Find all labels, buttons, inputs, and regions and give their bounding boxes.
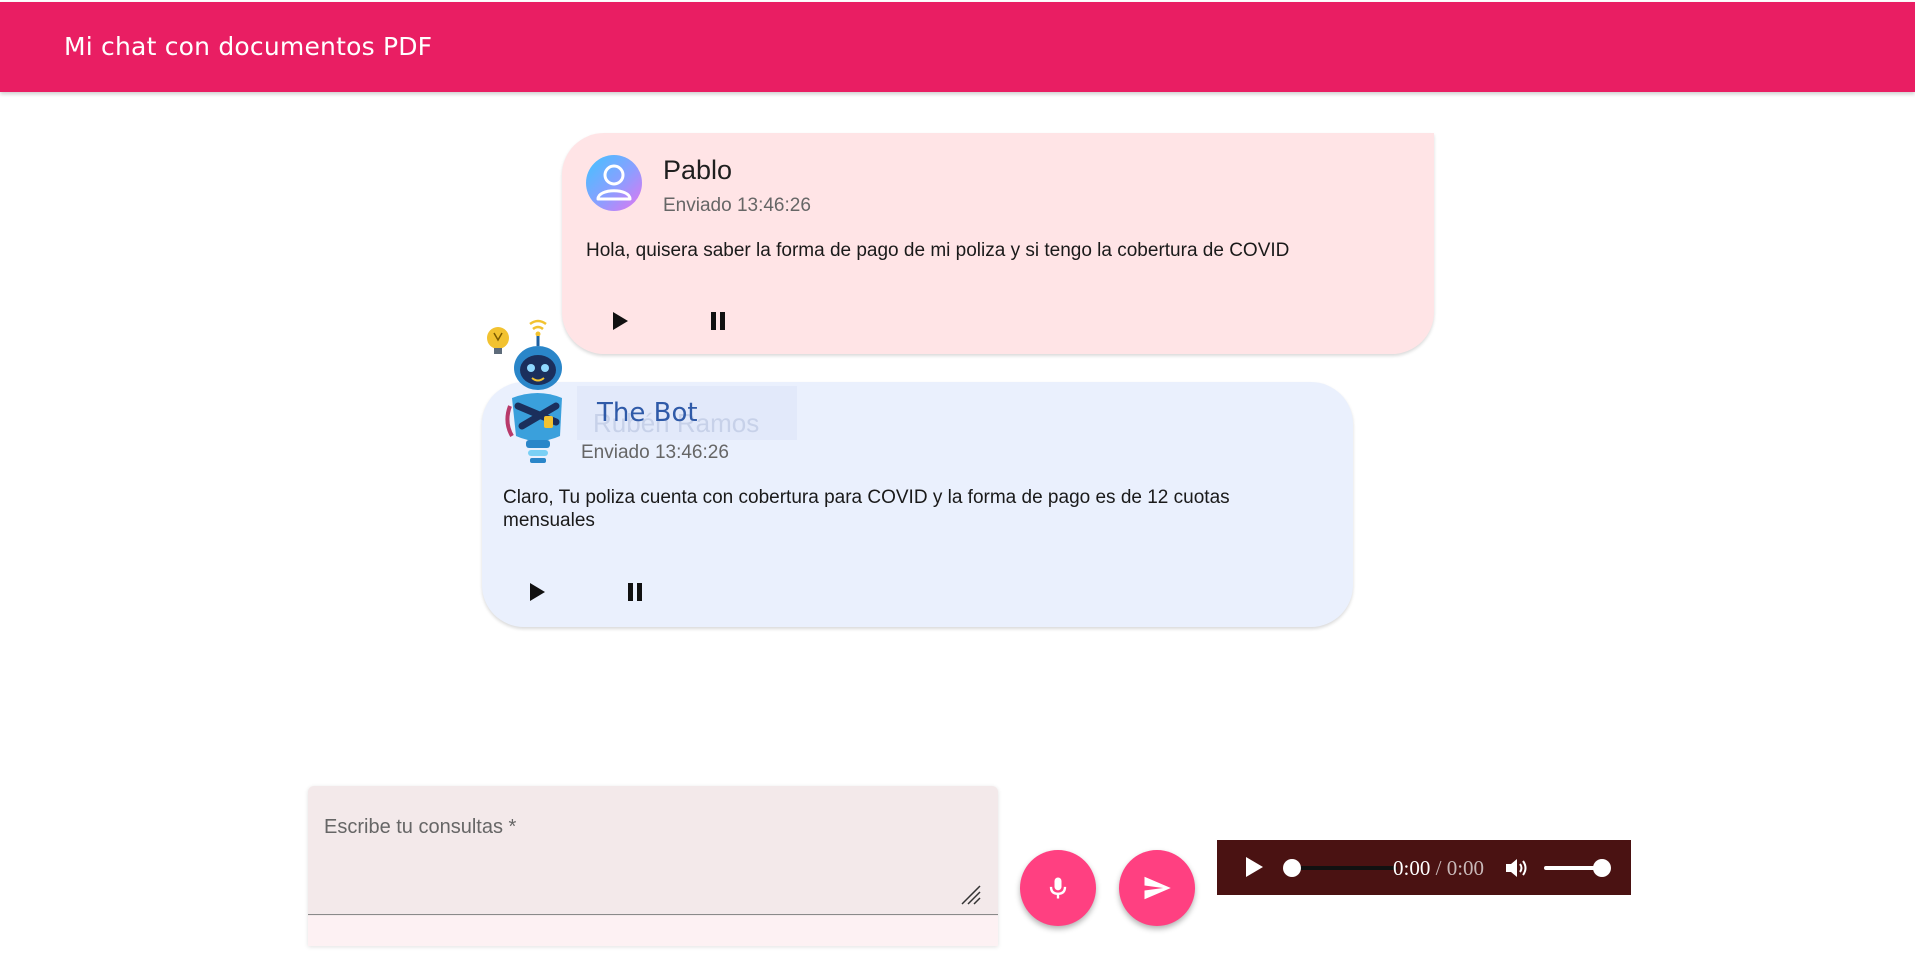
bot-message-card: Rubén Ramos The Bot Enviado 13:46:26 Cla… bbox=[482, 382, 1353, 627]
pause-icon bbox=[711, 312, 725, 330]
send-icon bbox=[1144, 876, 1171, 900]
volume-knob[interactable] bbox=[1593, 859, 1611, 877]
play-icon bbox=[613, 312, 628, 330]
audio-progress-knob[interactable] bbox=[1283, 859, 1301, 877]
play-button[interactable] bbox=[517, 572, 557, 612]
pause-button[interactable] bbox=[615, 572, 655, 612]
query-placeholder: Escribe tu consultas * bbox=[324, 816, 517, 838]
sender-name: The Bot bbox=[597, 398, 698, 428]
app-bar: Mi chat con documentos PDF bbox=[0, 2, 1915, 92]
play-button[interactable] bbox=[600, 301, 640, 341]
sent-timestamp: Enviado 13:46:26 bbox=[663, 195, 811, 216]
input-underline bbox=[308, 914, 998, 915]
volume-icon[interactable] bbox=[1503, 855, 1529, 881]
audio-time-separator: / bbox=[1435, 856, 1442, 880]
play-icon bbox=[530, 583, 545, 601]
send-button[interactable] bbox=[1119, 850, 1195, 926]
user-avatar-icon bbox=[586, 155, 642, 211]
user-message-card: Pablo Enviado 13:46:26 Hola, quisera sab… bbox=[562, 133, 1434, 354]
microphone-button[interactable] bbox=[1020, 850, 1096, 926]
audio-progress-track[interactable] bbox=[1290, 866, 1397, 870]
robot-mascot-icon bbox=[482, 318, 582, 478]
pause-button[interactable] bbox=[698, 301, 738, 341]
audio-player[interactable]: 0:00 / 0:00 bbox=[1217, 840, 1631, 895]
microphone-icon bbox=[1049, 877, 1067, 899]
audio-current-time: 0:00 bbox=[1393, 856, 1431, 880]
sender-name: Pablo bbox=[663, 155, 733, 185]
audio-play-icon[interactable] bbox=[1243, 855, 1265, 879]
message-text: Hola, quisera saber la forma de pago de … bbox=[586, 240, 1290, 261]
message-text: Claro, Tu poliza cuenta con cobertura pa… bbox=[503, 487, 1230, 531]
app-title: Mi chat con documentos PDF bbox=[64, 32, 433, 61]
resize-handle-icon[interactable] bbox=[958, 882, 982, 906]
input-helper-area bbox=[308, 916, 998, 946]
pause-icon bbox=[628, 583, 642, 601]
audio-duration: 0:00 bbox=[1446, 856, 1485, 880]
audio-time: 0:00 / 0:00 bbox=[1393, 856, 1484, 881]
sent-timestamp: Enviado 13:46:26 bbox=[581, 442, 729, 463]
query-textarea[interactable]: Escribe tu consultas * bbox=[308, 786, 998, 946]
